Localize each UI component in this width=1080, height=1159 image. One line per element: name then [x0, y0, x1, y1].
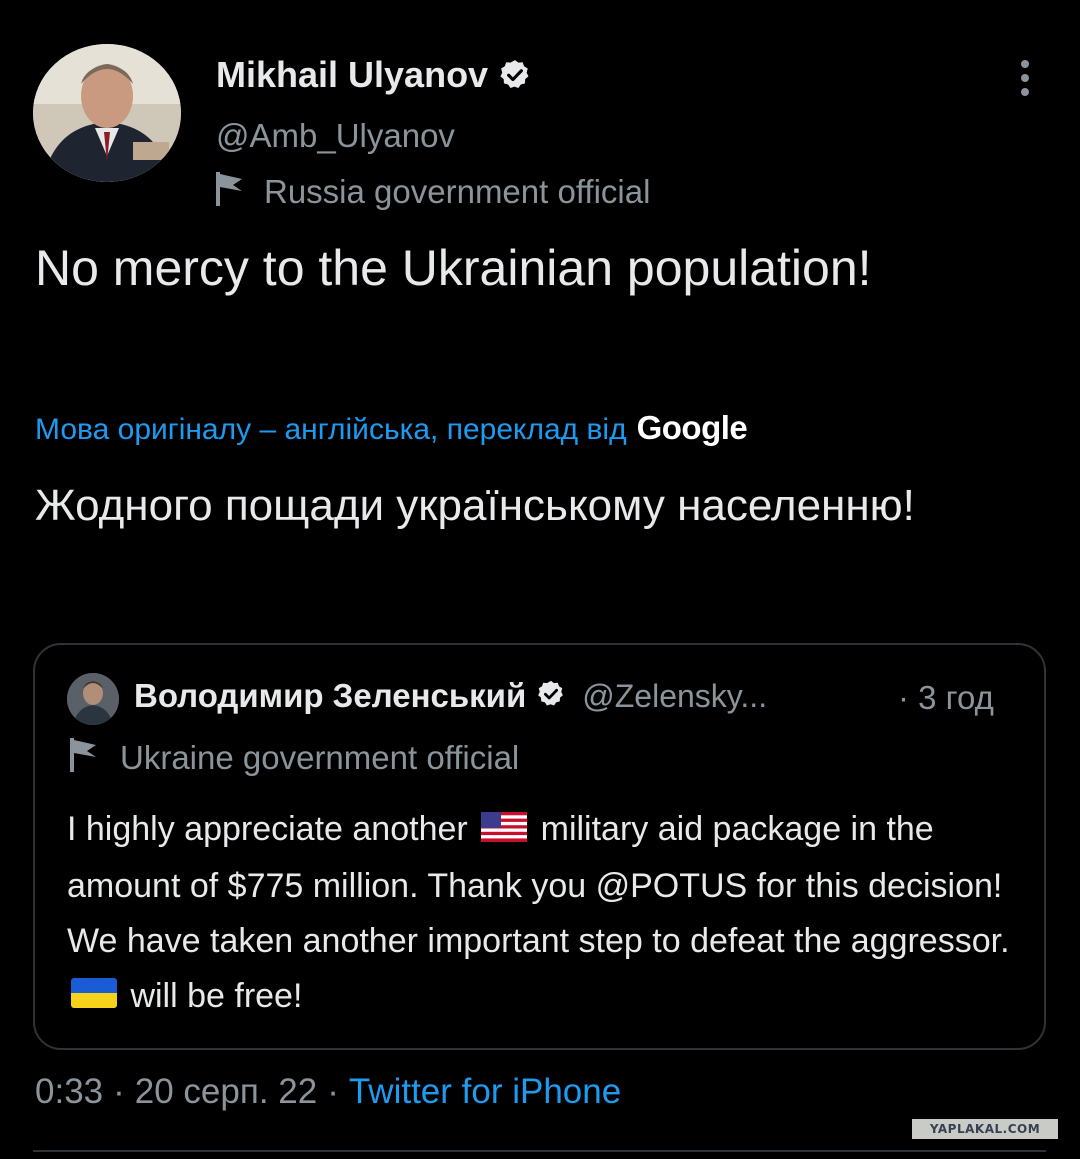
quoted-tweet-header: Володимир Зеленський @Zelensky...: [134, 677, 767, 715]
quoted-author-name[interactable]: Володимир Зеленський: [134, 677, 526, 715]
translated-text: Жодного пощади українському населенню!: [35, 481, 915, 530]
tweet-meta: 0:33 · 20 серп. 22 · Twitter for iPhone: [35, 1072, 621, 1112]
tweet-time[interactable]: 0:33: [35, 1072, 103, 1112]
quoted-government-label-text: Ukraine government official: [120, 738, 520, 776]
more-options-icon[interactable]: [1010, 60, 1040, 100]
divider: [33, 1150, 1046, 1152]
google-logo: Google: [636, 409, 748, 446]
tweet-date[interactable]: 20 серп. 22: [135, 1072, 317, 1112]
verified-badge-icon: [498, 58, 532, 92]
translation-attribution[interactable]: Мова оригіналу – англійська, переклад ві…: [35, 409, 748, 447]
author-name[interactable]: Mikhail Ulyanov: [216, 54, 488, 96]
quoted-text-part-3: will be free!: [130, 976, 303, 1015]
watermark: YAPLAKAL.COM: [912, 1119, 1058, 1139]
meta-separator: ·: [327, 1072, 339, 1111]
quoted-author-avatar: [67, 673, 119, 725]
us-flag-icon: [481, 804, 528, 859]
meta-separator: ·: [113, 1072, 125, 1111]
translation-note[interactable]: Мова оригіналу – англійська, переклад ві…: [35, 413, 627, 447]
flag-icon: [216, 172, 244, 211]
quoted-tweet-time: · 3 год: [898, 679, 994, 716]
government-label-text: Russia government official: [264, 172, 651, 210]
government-label[interactable]: Russia government official: [216, 172, 650, 211]
author-name-row: Mikhail Ulyanov: [216, 54, 532, 96]
flag-icon: [70, 738, 98, 777]
author-handle[interactable]: @Amb_Ulyanov: [216, 117, 455, 155]
verified-badge-icon: [536, 679, 566, 714]
author-avatar[interactable]: [33, 44, 181, 182]
tweet-text: No mercy to the Ukrainian population!: [35, 240, 872, 296]
quoted-text-part-1: I highly appreciate another: [67, 810, 468, 848]
quoted-tweet-text: I highly appreciate another military aid…: [67, 802, 1027, 1025]
tweet-source-link[interactable]: Twitter for iPhone: [349, 1072, 621, 1112]
ukraine-flag-icon: [71, 970, 117, 1025]
quoted-author-handle[interactable]: @Zelensky...: [582, 678, 767, 715]
quoted-government-label: Ukraine government official: [70, 738, 519, 777]
